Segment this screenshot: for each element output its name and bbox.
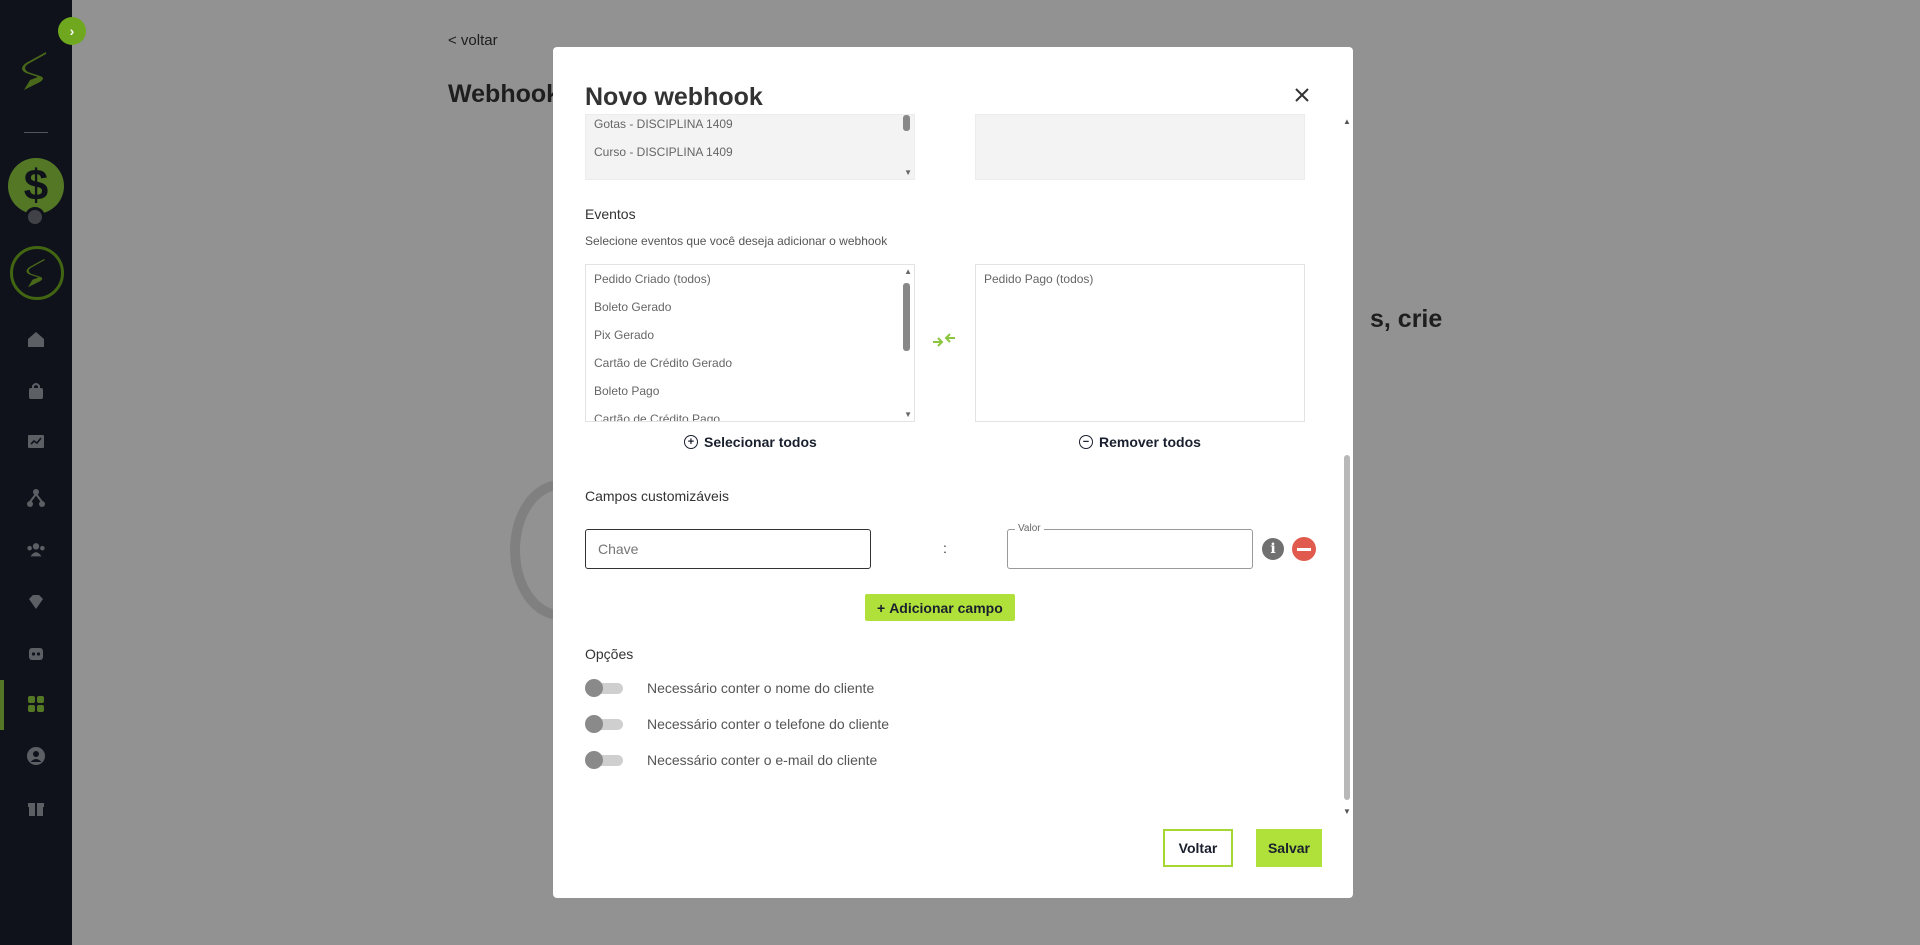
scrollbar-thumb[interactable] [903,283,910,351]
transfer-arrows-icon[interactable] [931,330,957,355]
plus-icon: + [877,599,886,616]
value-input-label: Valor [1015,523,1044,534]
chevron-right-icon: › [69,23,75,39]
select-all-button[interactable]: + Selecionar todos [684,434,817,450]
custom-fields-label: Campos customizáveis [585,488,729,504]
list-item[interactable]: Curso - DISCIPLINA 1409 [586,138,914,166]
list-item[interactable]: Pedido Criado (todos) [586,265,914,293]
events-label: Eventos [585,206,636,222]
events-subtitle: Selecione eventos que você deseja adicio… [585,234,888,248]
scroll-down-icon[interactable]: ▼ [1343,807,1351,816]
toggle-require-phone[interactable] [585,715,623,733]
info-icon[interactable]: i [1262,538,1284,560]
remove-field-button[interactable] [1292,537,1316,561]
option-label: Necessário conter o e-mail do cliente [647,752,878,768]
modal-title: Novo webhook [585,83,763,111]
minus-circle-icon: − [1079,435,1093,449]
events-available-list[interactable]: Pedido Criado (todos) Boleto Gerado Pix … [585,264,915,422]
list-item[interactable]: Pedido Pago (todos) [976,265,1304,293]
modal-scrollbar-thumb[interactable] [1344,455,1350,800]
list-item[interactable]: Boleto Gerado [586,293,914,321]
value-input[interactable] [1007,529,1253,569]
scroll-down-icon[interactable]: ▼ [904,168,912,177]
add-field-label: Adicionar campo [889,599,1003,616]
key-value-separator: : [943,540,947,556]
option-label: Necessário conter o nome do cliente [647,680,875,696]
remove-all-label: Remover todos [1099,434,1201,450]
option-row-name: Necessário conter o nome do cliente [585,679,874,697]
save-button[interactable]: Salvar [1256,829,1322,867]
select-all-label: Selecionar todos [704,434,817,450]
toggle-require-email[interactable] [585,751,623,769]
events-selected-list[interactable]: Pedido Pago (todos) [975,264,1305,422]
scroll-up-icon[interactable]: ▲ [1343,117,1351,126]
option-row-phone: Necessário conter o telefone do cliente [585,715,889,733]
options-label: Opções [585,646,634,662]
toggle-require-name[interactable] [585,679,623,697]
remove-all-button[interactable]: − Remover todos [1079,434,1201,450]
new-webhook-modal: Novo webhook Gotas - DISCIPLINA 1409 Cur… [553,47,1353,898]
source-selected-list[interactable] [975,114,1305,180]
list-item[interactable]: Pix Gerado [586,321,914,349]
list-item[interactable]: Boleto Pago [586,377,914,405]
scroll-down-icon[interactable]: ▼ [904,410,912,419]
key-input[interactable] [585,529,871,569]
minus-icon [1297,547,1311,551]
scrollbar-thumb[interactable] [903,115,910,131]
option-row-email: Necessário conter o e-mail do cliente [585,751,877,769]
plus-circle-icon: + [684,435,698,449]
list-item[interactable]: Cartão de Crédito Gerado [586,349,914,377]
list-item[interactable]: Gotas - DISCIPLINA 1409 [586,115,914,138]
close-icon [1295,88,1309,102]
close-button[interactable] [1290,83,1314,107]
add-field-button[interactable]: + Adicionar campo [865,594,1015,621]
option-label: Necessário conter o telefone do cliente [647,716,890,732]
back-button[interactable]: Voltar [1163,829,1233,867]
sidebar-expand-button[interactable]: › [58,17,86,45]
scroll-up-icon[interactable]: ▲ [904,267,912,276]
list-item[interactable]: Cartão de Crédito Pago [586,405,914,421]
source-available-list[interactable]: Gotas - DISCIPLINA 1409 Curso - DISCIPLI… [585,114,915,180]
